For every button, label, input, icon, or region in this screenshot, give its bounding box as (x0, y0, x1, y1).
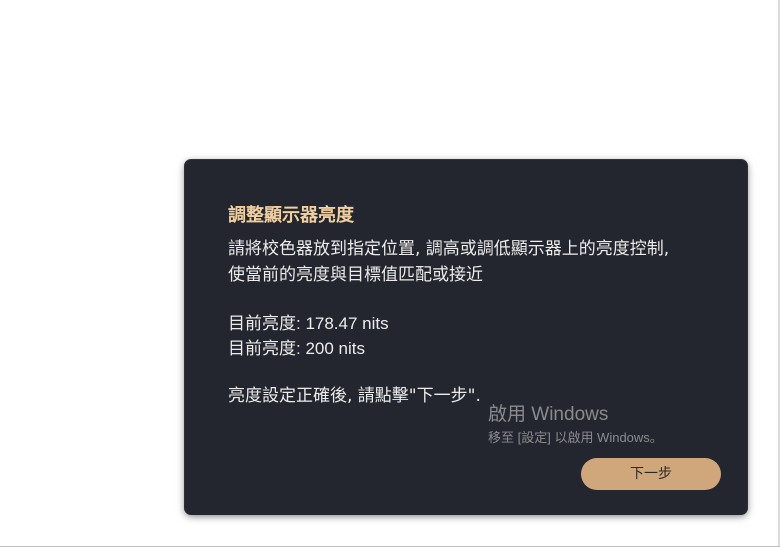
next-step-hint: 亮度設定正確後, 請點擊"下一步". (228, 386, 481, 406)
description-line-2: 使當前的亮度與目標值匹配或接近 (228, 265, 483, 285)
watermark-subtitle: 移至 [設定] 以啟用 Windows。 (488, 430, 663, 445)
brightness-calibration-dialog: 調整顯示器亮度 請將校色器放到指定位置, 調高或調低顯示器上的亮度控制, 使當前… (185, 160, 747, 514)
dialog-title: 調整顯示器亮度 (228, 205, 354, 226)
watermark-title: 啟用 Windows (488, 404, 609, 425)
next-button[interactable]: 下一步 (581, 458, 721, 490)
current-brightness-value: 目前亮度: 178.47 nits (228, 314, 389, 333)
target-brightness-value: 目前亮度: 200 nits (228, 339, 365, 358)
activate-windows-watermark: 啟用 Windows 移至 [設定] 以啟用 Windows。 (488, 403, 663, 447)
description-line-1: 請將校色器放到指定位置, 調高或調低顯示器上的亮度控制, (228, 239, 670, 259)
dialog-description: 請將校色器放到指定位置, 調高或調低顯示器上的亮度控制, 使當前的亮度與目標值匹… (228, 236, 728, 288)
brightness-readings: 目前亮度: 178.47 nits 目前亮度: 200 nits (228, 311, 389, 361)
